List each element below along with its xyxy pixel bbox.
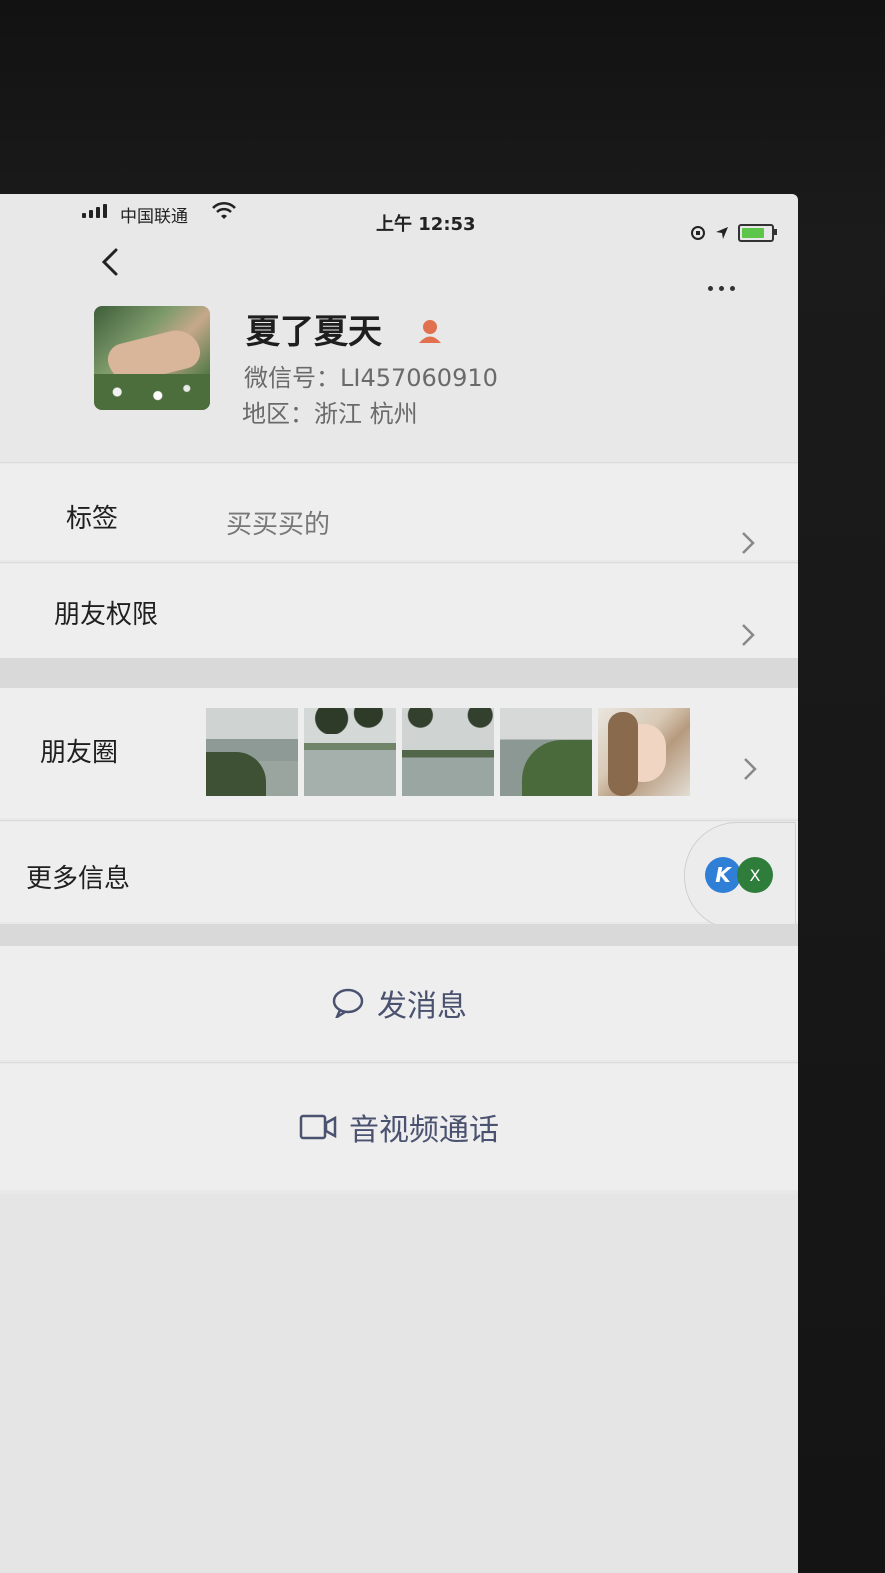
tags-row[interactable]: 标签 买买买的 <box>0 464 798 560</box>
wechat-id: 微信号：LI457060910 <box>244 364 498 392</box>
chevron-right-icon <box>744 758 757 780</box>
profile-name: 夏了夏天 <box>246 312 382 352</box>
divider <box>0 1062 798 1063</box>
moments-thumbnail <box>206 708 298 796</box>
video-camera-icon <box>299 1114 337 1140</box>
carrier-label: 中国联通 <box>120 207 188 227</box>
battery-icon <box>738 224 777 242</box>
signal-icon <box>82 204 107 218</box>
status-time: 上午 12:53 <box>376 214 476 235</box>
section-gap <box>0 924 798 946</box>
moments-thumbnails <box>206 708 690 796</box>
tags-value: 买买买的 <box>226 510 331 540</box>
chevron-right-icon <box>742 532 755 554</box>
divider <box>0 820 798 821</box>
tags-label: 标签 <box>66 504 119 534</box>
chevron-right-icon <box>742 624 755 646</box>
phone-screen: 中国联通 上午 12:53 夏了夏天 微信号：LI457060910 地区：浙江… <box>0 194 798 1573</box>
more-info-label: 更多信息 <box>26 864 131 894</box>
permissions-row[interactable]: 朋友权限 <box>0 564 798 658</box>
floating-k-button[interactable]: K <box>705 857 741 893</box>
wifi-icon <box>212 201 236 219</box>
moments-thumbnail <box>402 708 494 796</box>
rotation-lock-icon <box>691 226 705 240</box>
moments-thumbnail <box>500 708 592 796</box>
video-call-button[interactable]: 音视频通话 <box>0 1064 798 1190</box>
floating-widget: K X <box>684 822 796 930</box>
more-dots-icon[interactable] <box>708 280 748 296</box>
send-message-button[interactable]: 发消息 <box>0 946 798 1060</box>
section-gap <box>0 658 798 688</box>
moments-label: 朋友圈 <box>40 738 119 768</box>
video-call-label: 音视频通话 <box>349 1113 499 1148</box>
divider <box>0 562 798 563</box>
status-right-icons <box>690 224 777 242</box>
moments-row[interactable]: 朋友圈 <box>0 688 798 818</box>
moments-thumbnail <box>304 708 396 796</box>
divider <box>0 462 798 463</box>
avatar[interactable] <box>94 306 210 410</box>
chat-bubble-icon <box>332 988 364 1018</box>
moments-thumbnail <box>598 708 690 796</box>
permissions-label: 朋友权限 <box>54 600 159 630</box>
location-icon <box>716 227 728 239</box>
more-info-row[interactable]: 更多信息 <box>0 822 798 922</box>
back-arrow-icon[interactable] <box>96 244 126 280</box>
send-message-label: 发消息 <box>377 989 467 1024</box>
empty-area <box>0 1194 798 1573</box>
floating-x-button[interactable]: X <box>737 857 773 893</box>
status-bar: 中国联通 上午 12:53 <box>70 194 798 242</box>
region: 地区：浙江 杭州 <box>242 400 418 428</box>
gender-icon <box>419 320 441 343</box>
